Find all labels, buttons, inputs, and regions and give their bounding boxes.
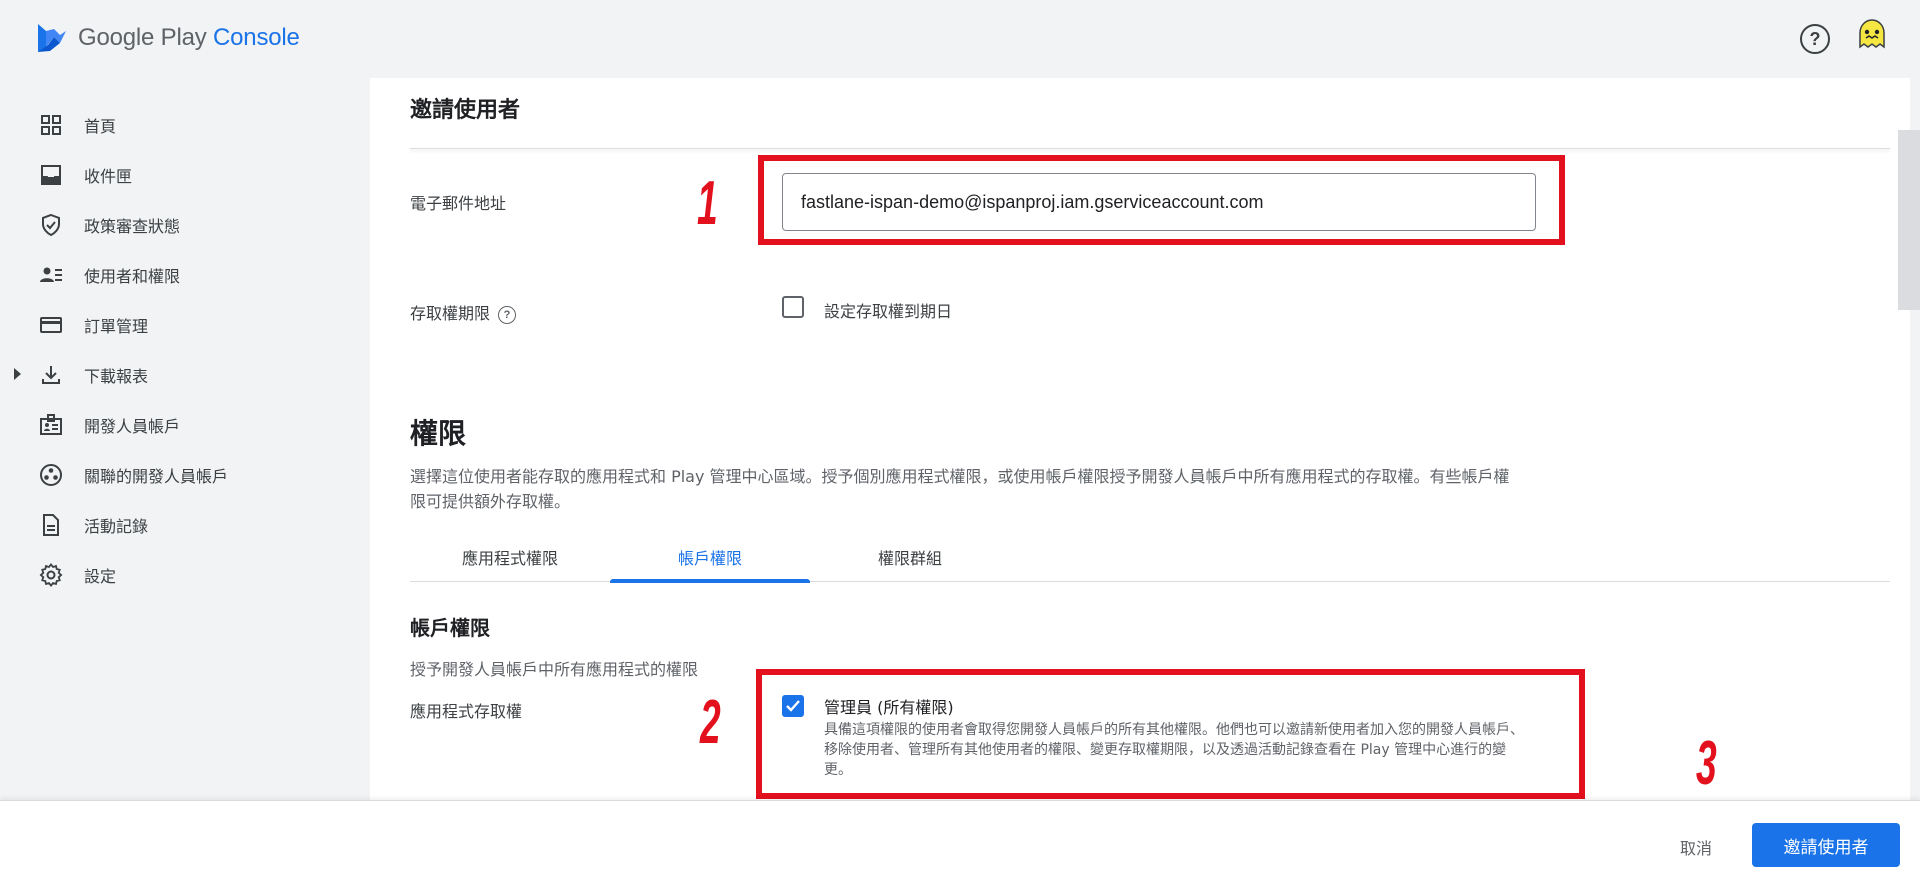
google-play-console-logo[interactable]: Google Play Console <box>36 21 300 55</box>
sidebar-item-label: 開發人員帳戶 <box>84 417 181 436</box>
permissions-title: 權限 <box>410 417 467 450</box>
dashboard-grid-icon <box>38 112 64 138</box>
title-divider <box>410 148 1890 149</box>
page-title: 邀請使用者 <box>410 98 521 123</box>
tab-account-permissions[interactable]: 帳戶權限 <box>610 532 810 583</box>
credit-card-icon <box>38 312 64 338</box>
app-access-label: 應用程式存取權 <box>410 702 523 721</box>
expiry-label: 存取權期限 <box>410 304 491 323</box>
sidebar-item-settings[interactable]: 設定 <box>0 550 370 600</box>
help-glyph: ? <box>503 308 511 321</box>
sidebar-item-developer-account[interactable]: 開發人員帳戶 <box>0 400 370 450</box>
badge-icon <box>38 412 64 438</box>
sidebar-item-users-permissions[interactable]: 使用者和權限 <box>0 250 370 300</box>
brand-name: Google Play <box>78 24 207 51</box>
sidebar-nav: 首頁 收件匣 政策審查狀態 使用者和權限 訂單管理 下載報表 開發人員帳戶 關聯… <box>0 100 370 600</box>
help-icon[interactable]: ? <box>1800 24 1830 54</box>
sidebar-item-inbox[interactable]: 收件匣 <box>0 150 370 200</box>
expand-caret-icon[interactable] <box>14 368 21 380</box>
linked-circles-icon <box>38 462 64 488</box>
sidebar-item-label: 設定 <box>84 567 117 586</box>
shield-check-icon <box>38 212 64 238</box>
sidebar-item-home[interactable]: 首頁 <box>0 100 370 150</box>
people-icon <box>38 262 64 288</box>
logo-text: Google Play Console <box>78 24 300 52</box>
sidebar-item-label: 使用者和權限 <box>84 267 181 286</box>
help-circle-icon[interactable]: ? <box>498 305 517 324</box>
expiry-label-row: 存取權期限? <box>410 300 517 324</box>
cancel-button[interactable]: 取消 <box>1672 831 1720 863</box>
tab-permission-groups[interactable]: 權限群組 <box>810 532 1010 582</box>
sidebar-item-label: 活動記錄 <box>84 517 149 536</box>
annotation-number-1: 1 <box>697 169 718 238</box>
sidebar-item-label: 關聯的開發人員帳戶 <box>84 467 229 486</box>
tab-app-permissions[interactable]: 應用程式權限 <box>410 532 610 582</box>
sidebar-item-download-reports[interactable]: 下載報表 <box>0 350 370 400</box>
sidebar-item-label: 政策審查狀態 <box>84 217 181 236</box>
top-app-bar: Google Play Console ? <box>0 0 1920 78</box>
sidebar-item-label: 下載報表 <box>84 367 149 386</box>
action-footer: 取消 邀請使用者 <box>0 800 1920 892</box>
sidebar-item-label: 訂單管理 <box>84 317 149 336</box>
scrollbar-thumb[interactable] <box>1898 130 1920 310</box>
expiry-checkbox[interactable] <box>782 296 804 318</box>
annotation-box-email <box>758 155 1565 245</box>
document-icon <box>38 512 64 538</box>
sidebar-item-order-management[interactable]: 訂單管理 <box>0 300 370 350</box>
sidebar-item-policy-status[interactable]: 政策審查狀態 <box>0 200 370 250</box>
sidebar-item-label: 收件匣 <box>84 167 133 186</box>
sidebar-item-linked-accounts[interactable]: 關聯的開發人員帳戶 <box>0 450 370 500</box>
annotation-number-3: 3 <box>1696 729 1717 798</box>
account-permissions-title: 帳戶權限 <box>410 616 490 640</box>
inbox-icon <box>38 162 64 188</box>
gear-icon <box>38 562 64 588</box>
account-permissions-description: 授予開發人員帳戶中所有應用程式的權限 <box>410 660 699 679</box>
annotation-box-admin <box>756 669 1585 799</box>
expiry-checkbox-label[interactable]: 設定存取權到期日 <box>824 298 952 322</box>
download-icon <box>38 362 64 388</box>
annotation-number-2: 2 <box>700 688 721 757</box>
permissions-tabs: 應用程式權限 帳戶權限 權限群組 <box>410 532 1890 583</box>
sidebar-item-activity-log[interactable]: 活動記錄 <box>0 500 370 550</box>
email-label: 電子郵件地址 <box>410 194 507 213</box>
ghost-avatar-icon[interactable] <box>1854 17 1890 53</box>
play-console-logo-icon <box>38 24 66 52</box>
help-glyph: ? <box>1809 28 1821 49</box>
permissions-description: 選擇這位使用者能存取的應用程式和 Play 管理中心區域。授予個別應用程式權限，… <box>410 467 1510 511</box>
sidebar-item-label: 首頁 <box>84 117 117 136</box>
invite-user-button[interactable]: 邀請使用者 <box>1752 823 1900 867</box>
brand-suffix: Console <box>213 24 300 51</box>
